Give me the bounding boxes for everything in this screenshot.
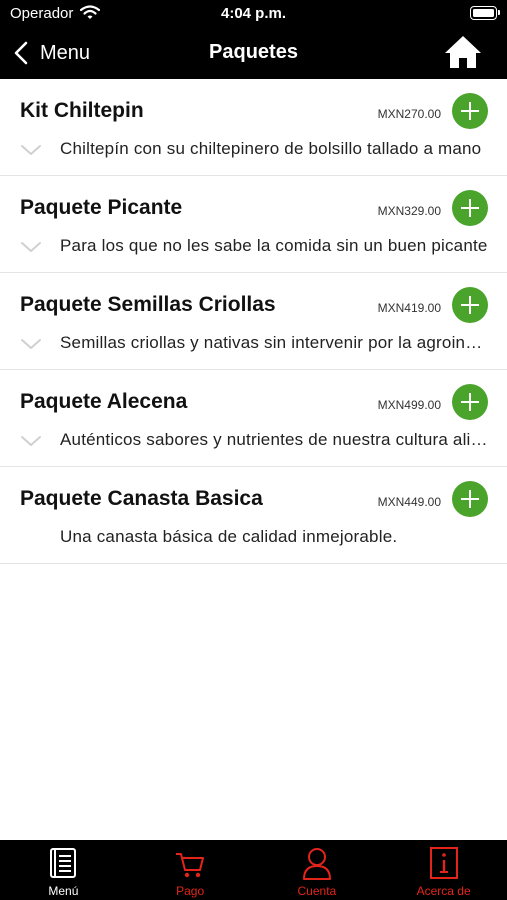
chevron-down-icon[interactable]	[20, 144, 42, 156]
back-button[interactable]: Menu	[14, 38, 90, 68]
item-price: MXN419.00	[377, 301, 441, 315]
add-to-cart-button[interactable]	[452, 190, 488, 226]
item-description: Semillas criollas y nativas sin interven…	[60, 333, 490, 352]
list-item[interactable]: Paquete Picante MXN329.00 Para los que no …	[0, 176, 507, 273]
tab-label: Menú	[48, 884, 79, 898]
list-item[interactable]: Paquete Canasta Basica MXN449.00 Una canas…	[0, 467, 507, 564]
list-item[interactable]: Kit Chiltepin MXN270.00 Chiltepín con su c…	[0, 79, 507, 176]
tab-bar: Menú Pago Cuenta Acerca de	[0, 840, 507, 900]
item-title: Paquete Semillas Criollas	[20, 293, 276, 316]
item-description: Para los que no les sabe la comida sin u…	[60, 236, 488, 255]
item-description: Chiltepín con su chiltepinero de bolsill…	[60, 139, 482, 158]
home-button[interactable]	[443, 34, 483, 70]
list-item[interactable]: Paquete Alecena MXN499.00 Auténticos sabor…	[0, 370, 507, 467]
book-icon	[50, 848, 77, 878]
list-item[interactable]: Paquete Semillas Criollas MXN419.00 Semill…	[0, 273, 507, 370]
add-to-cart-button[interactable]	[452, 384, 488, 420]
package-list: Kit Chiltepin MXN270.00 Chiltepín con su c…	[0, 79, 507, 564]
item-description: Una canasta básica de calidad inmejorabl…	[60, 527, 398, 546]
tab-pago[interactable]: Pago	[127, 840, 254, 900]
status-time: 4:04 p.m.	[220, 5, 287, 22]
tab-cuenta[interactable]: Cuenta	[254, 840, 381, 900]
chevron-left-icon	[14, 41, 28, 65]
item-price: MXN329.00	[377, 204, 441, 218]
back-button-label: Menu	[40, 41, 91, 64]
user-icon	[302, 848, 331, 880]
tab-label: Cuenta	[297, 884, 337, 898]
battery-icon	[470, 6, 500, 20]
chevron-down-icon[interactable]	[20, 241, 42, 253]
item-price: MXN449.00	[377, 495, 441, 509]
chevron-down-icon[interactable]	[20, 338, 42, 350]
item-title: Paquete Canasta Basica	[20, 487, 263, 510]
navigation-bar: Menu Paquetes	[0, 28, 507, 79]
info-icon	[429, 847, 458, 879]
tab-acerca-de[interactable]: Acerca de	[380, 840, 507, 900]
tab-label: Pago	[176, 884, 205, 898]
item-price: MXN499.00	[377, 398, 441, 412]
add-to-cart-button[interactable]	[452, 287, 488, 323]
item-description: Auténticos sabores y nutrientes de nuest…	[60, 430, 490, 449]
item-title: Kit Chiltepin	[20, 99, 144, 122]
add-to-cart-button[interactable]	[452, 481, 488, 517]
cart-icon	[176, 853, 205, 878]
add-to-cart-button[interactable]	[452, 93, 488, 129]
item-price: MXN270.00	[377, 107, 441, 121]
status-bar: Operador 4:04 p.m.	[0, 0, 507, 28]
home-icon	[445, 36, 481, 68]
chevron-down-icon[interactable]	[20, 435, 42, 447]
tab-label: Acerca de	[416, 884, 471, 898]
item-title: Paquete Picante	[20, 196, 183, 219]
tab-menu[interactable]: Menú	[0, 840, 127, 900]
item-title: Paquete Alecena	[20, 390, 188, 413]
